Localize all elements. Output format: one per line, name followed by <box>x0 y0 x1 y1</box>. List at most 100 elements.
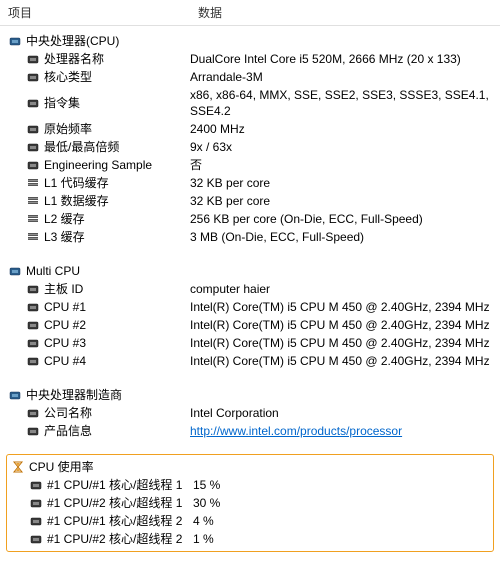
chip-icon <box>26 140 40 154</box>
chip-icon <box>29 514 43 528</box>
property-value: computer haier <box>190 281 500 297</box>
property-row[interactable]: #1 CPU/#2 核心/超线程 21 % <box>7 530 493 548</box>
property-row[interactable]: 主板 ID computer haier <box>0 280 500 298</box>
property-row[interactable]: 指令集x86, x86-64, MMX, SSE, SSE2, SSE3, SS… <box>0 86 500 120</box>
property-label: 最低/最高倍频 <box>44 139 119 155</box>
chip-icon <box>26 336 40 350</box>
section-title: 中央处理器(CPU) <box>26 33 119 49</box>
property-row[interactable]: L1 数据缓存32 KB per core <box>0 192 500 210</box>
section-title: 中央处理器制造商 <box>26 387 122 403</box>
section-header-usage[interactable]: CPU 使用率 <box>7 458 493 476</box>
property-value: http://www.intel.com/products/processor <box>190 423 500 439</box>
property-label: CPU #2 <box>44 317 86 333</box>
property-row[interactable]: CPU #4 Intel(R) Core(TM) i5 CPU M 450 @ 2… <box>0 352 500 370</box>
property-row[interactable]: L3 缓存 3 MB (On-Die, ECC, Full-Speed) <box>0 228 500 246</box>
hourglass-icon <box>11 460 25 474</box>
chip-icon <box>26 354 40 368</box>
property-row[interactable]: 最低/最高倍频 9x / 63x <box>0 138 500 156</box>
chip-icon <box>26 318 40 332</box>
chip-icon <box>26 70 40 84</box>
cpu-icon <box>8 34 22 48</box>
chip-icon <box>26 96 40 110</box>
section-title: Multi CPU <box>26 263 80 279</box>
property-value: Intel(R) Core(TM) i5 CPU M 450 @ 2.40GHz… <box>190 353 500 369</box>
property-label: 产品信息 <box>44 423 92 439</box>
section-header-cpu[interactable]: 中央处理器(CPU) <box>0 32 500 50</box>
section-title: CPU 使用率 <box>29 459 94 475</box>
section-multicpu: Multi CPU 主板 ID computer haier CPU #1 Intel… <box>0 262 500 370</box>
product-link[interactable]: http://www.intel.com/products/processor <box>190 424 402 438</box>
chip-icon <box>26 282 40 296</box>
property-value: 30 % <box>193 495 493 511</box>
property-row[interactable]: Engineering Sample 否 <box>0 156 500 174</box>
chip-icon <box>29 478 43 492</box>
property-label: 处理器名称 <box>44 51 104 67</box>
cache-icon <box>26 176 40 190</box>
property-label: L3 缓存 <box>44 229 85 245</box>
property-row[interactable]: L2 缓存 256 KB per core (On-Die, ECC, Full-… <box>0 210 500 228</box>
property-row[interactable]: 处理器名称 DualCore Intel Core i5 520M, 2666 M… <box>0 50 500 68</box>
property-row[interactable]: 核心类型 Arrandale-3M <box>0 68 500 86</box>
property-label: 主板 ID <box>44 281 83 297</box>
property-value: 3 MB (On-Die, ECC, Full-Speed) <box>190 229 500 245</box>
chip-icon <box>26 52 40 66</box>
chip-icon <box>29 496 43 510</box>
property-value: DualCore Intel Core i5 520M, 2666 MHz (2… <box>190 51 500 67</box>
property-label: L2 缓存 <box>44 211 85 227</box>
property-value: Intel Corporation <box>190 405 500 421</box>
cpu-icon <box>8 264 22 278</box>
property-value: 32 KB per core <box>190 193 500 209</box>
property-value: x86, x86-64, MMX, SSE, SSE2, SSE3, SSSE3… <box>190 87 500 119</box>
property-label: CPU #4 <box>44 353 86 369</box>
cache-icon <box>26 230 40 244</box>
property-label: Engineering Sample <box>44 157 152 173</box>
chip-icon <box>26 158 40 172</box>
property-label: CPU #3 <box>44 335 86 351</box>
property-value: Intel(R) Core(TM) i5 CPU M 450 @ 2.40GHz… <box>190 317 500 333</box>
property-label: L1 代码缓存 <box>44 175 109 191</box>
section-header-manufacturer[interactable]: 中央处理器制造商 <box>0 386 500 404</box>
property-label: 原始频率 <box>44 121 92 137</box>
property-row[interactable]: CPU #2 Intel(R) Core(TM) i5 CPU M 450 @ 2… <box>0 316 500 334</box>
property-row[interactable]: #1 CPU/#1 核心/超线程 24 % <box>7 512 493 530</box>
property-value: 2400 MHz <box>190 121 500 137</box>
cache-icon <box>26 194 40 208</box>
property-label: #1 CPU/#2 核心/超线程 2 <box>47 531 182 547</box>
property-row[interactable]: L1 代码缓存 32 KB per core <box>0 174 500 192</box>
property-value: Intel(R) Core(TM) i5 CPU M 450 @ 2.40GHz… <box>190 299 500 315</box>
property-value: 32 KB per core <box>190 175 500 191</box>
section-cpu: 中央处理器(CPU) 处理器名称 DualCore Intel Core i5 5… <box>0 32 500 246</box>
header-data[interactable]: 数据 <box>198 4 500 21</box>
section-header-multicpu[interactable]: Multi CPU <box>0 262 500 280</box>
property-row[interactable]: 原始频率 2400 MHz <box>0 120 500 138</box>
chip-icon <box>26 300 40 314</box>
chip-icon <box>26 406 40 420</box>
property-row[interactable]: CPU #3 Intel(R) Core(TM) i5 CPU M 450 @ 2… <box>0 334 500 352</box>
column-headers: 项目 数据 <box>0 0 500 26</box>
property-value: Arrandale-3M <box>190 69 500 85</box>
property-row[interactable]: CPU #1 Intel(R) Core(TM) i5 CPU M 450 @ 2… <box>0 298 500 316</box>
property-label: 公司名称 <box>44 405 92 421</box>
property-row[interactable]: #1 CPU/#2 核心/超线程 1 30 % <box>7 494 493 512</box>
chip-icon <box>29 532 43 546</box>
cache-icon <box>26 212 40 226</box>
property-label: #1 CPU/#1 核心/超线程 1 <box>47 477 182 493</box>
cpu-icon <box>8 388 22 402</box>
property-value: 15 % <box>193 477 493 493</box>
section-cpu-usage-highlight: CPU 使用率 #1 CPU/#1 核心/超线程 115 %#1 CPU/#2 … <box>6 454 494 552</box>
property-label: CPU #1 <box>44 299 86 315</box>
property-value: 256 KB per core (On-Die, ECC, Full-Speed… <box>190 211 500 227</box>
header-item[interactable]: 项目 <box>8 4 198 21</box>
property-value: Intel(R) Core(TM) i5 CPU M 450 @ 2.40GHz… <box>190 335 500 351</box>
property-row[interactable]: 公司名称 Intel Corporation <box>0 404 500 422</box>
chip-icon <box>26 424 40 438</box>
chip-icon <box>26 122 40 136</box>
property-label: 核心类型 <box>44 69 92 85</box>
property-value: 9x / 63x <box>190 139 500 155</box>
section-manufacturer: 中央处理器制造商 公司名称 Intel Corporation 产品信息 http:/… <box>0 386 500 440</box>
property-value: 否 <box>190 157 500 173</box>
property-label: #1 CPU/#1 核心/超线程 2 <box>47 513 182 529</box>
property-row[interactable]: 产品信息 http://www.intel.com/products/proces… <box>0 422 500 440</box>
property-row[interactable]: #1 CPU/#1 核心/超线程 1 15 % <box>7 476 493 494</box>
property-label: #1 CPU/#2 核心/超线程 1 <box>47 495 182 511</box>
